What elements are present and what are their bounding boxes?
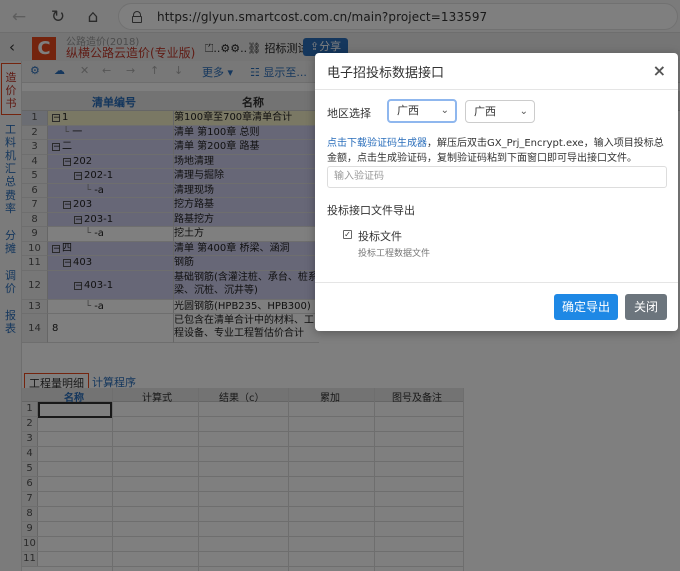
e-bidding-dialog: 电子招投标数据接口 × 地区选择 广西 ⌄ 广西 ⌄ 点击下载验证码生成器，解压后双… [315, 53, 678, 331]
verification-code-input[interactable]: 输入验证码 [327, 166, 667, 188]
bid-file-hint: 投标工程数据文件 [358, 249, 431, 259]
export-section-title: 投标接口文件导出 [327, 204, 415, 217]
region-province-value: 广西 [397, 104, 419, 117]
divider [315, 282, 678, 283]
close-icon[interactable]: × [653, 61, 666, 80]
bid-file-label: 投标文件 [358, 230, 402, 243]
chevron-down-icon: ⌄ [519, 106, 528, 117]
instructions: 点击下载验证码生成器，解压后双击GX_Prj_Encrypt.exe，输入项目投… [327, 136, 671, 166]
confirm-export-button[interactable]: 确定导出 [554, 294, 618, 320]
bid-file-checkbox[interactable]: ✓ [343, 230, 352, 239]
divider [315, 89, 678, 90]
close-button[interactable]: 关闭 [625, 294, 667, 320]
region-label: 地区选择 [327, 107, 371, 120]
region-select-city[interactable]: 广西 ⌄ [465, 100, 535, 123]
chevron-down-icon: ⌄ [440, 105, 449, 116]
dialog-title: 电子招投标数据接口 [327, 66, 445, 81]
region-city-value: 广西 [474, 105, 496, 118]
region-select-province[interactable]: 广西 ⌄ [387, 99, 457, 123]
download-generator-link[interactable]: 点击下载验证码生成器 [327, 138, 427, 149]
